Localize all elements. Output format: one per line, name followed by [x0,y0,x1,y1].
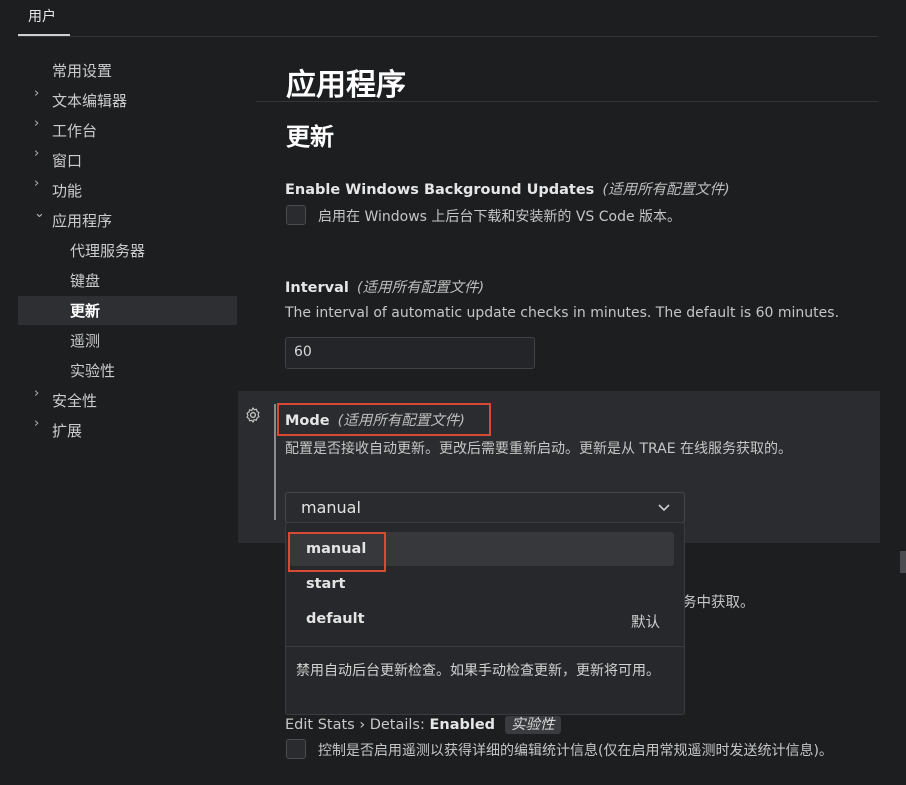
edit-stats-checkbox[interactable] [286,739,306,759]
chevron-down-icon[interactable]: ⌄ [34,206,45,221]
focus-indicator [274,404,276,520]
setting-name: Enable Windows Background Updates [285,182,595,198]
header-divider [256,101,878,102]
setting-title-bg-updates: Enable Windows Background Updates (适用所有配置… [285,178,730,199]
option-default[interactable]: default [306,611,365,627]
sidebar-item-application[interactable]: 应用程序 [52,206,112,236]
setting-description: 控制是否启用遥测以获得详细的编辑统计信息(仅在启用常规遥测时发送统计信息)。 [318,743,833,759]
obscured-description: 务中获取。 [682,595,755,611]
setting-scope: (适用所有配置文件) [602,182,730,198]
option-start[interactable]: start [306,576,345,592]
gear-icon[interactable] [244,406,262,424]
sidebar-item-security[interactable]: 安全性 [52,386,97,416]
section-title: 更新 [286,123,334,151]
experimental-badge: 实验性 [505,716,561,734]
sidebar-item-features[interactable]: 功能 [52,176,82,206]
sidebar-item-extensions[interactable]: 扩展 [52,416,82,446]
sidebar-item-keyboard[interactable]: 键盘 [70,266,100,296]
mode-select[interactable]: manual [285,492,685,523]
chevron-right-icon[interactable]: › [34,86,39,101]
chevron-right-icon[interactable]: › [34,176,39,191]
sidebar-item-workbench[interactable]: 工作台 [52,116,97,146]
option-manual[interactable]: manual [306,541,366,557]
interval-input[interactable]: 60 [285,337,535,369]
right-gutter [880,391,906,785]
tab-divider [18,36,878,37]
setting-name: Enabled [429,717,496,733]
sidebar-selected-highlight [18,296,237,325]
chevron-right-icon[interactable]: › [34,116,39,131]
chevron-right-icon[interactable]: › [34,146,39,161]
sidebar-item-experimental[interactable]: 实验性 [70,356,115,386]
setting-title-interval: Interval (适用所有配置文件) [285,276,484,297]
sidebar-item-common[interactable]: 常用设置 [52,56,112,86]
chevron-down-icon [658,504,670,512]
sidebar-item-update[interactable]: 更新 [70,296,100,326]
sidebar-item-window[interactable]: 窗口 [52,146,82,176]
setting-scope: (适用所有配置文件) [356,280,485,296]
chevron-right-icon[interactable]: › [34,416,39,431]
select-value: manual [301,498,361,517]
setting-scope: (适用所有配置文件) [337,413,465,429]
setting-title-edit-stats: Edit Stats › Details: Enabled 实验性 [285,713,561,734]
default-tag: 默认 [631,615,660,631]
tab-user[interactable]: 用户 [28,6,56,26]
sidebar-item-proxy[interactable]: 代理服务器 [70,236,145,266]
option-description: 禁用自动后台更新检查。如果手动检查更新，更新将可用。 [296,663,660,679]
dropdown-divider [286,646,684,647]
page-title: 应用程序 [286,68,406,103]
chevron-right-icon[interactable]: › [34,386,39,401]
scrollbar-thumb[interactable] [900,551,906,573]
setting-description: The interval of automatic update checks … [285,305,840,321]
setting-breadcrumb: Edit Stats › Details: [285,717,430,733]
sidebar-item-text-editor[interactable]: 文本编辑器 [52,86,127,116]
sidebar-item-telemetry[interactable]: 遥测 [70,326,100,356]
setting-description: 配置是否接收自动更新。更改后需要重新启动。更新是从 TRAE 在线服务获取的。 [285,441,793,457]
setting-name: Mode [285,413,330,429]
bg-updates-checkbox[interactable] [286,205,306,225]
setting-title-mode: Mode (适用所有配置文件) [285,409,465,430]
setting-name: Interval [285,280,349,296]
setting-description: 启用在 Windows 上后台下载和安装新的 VS Code 版本。 [318,209,682,225]
